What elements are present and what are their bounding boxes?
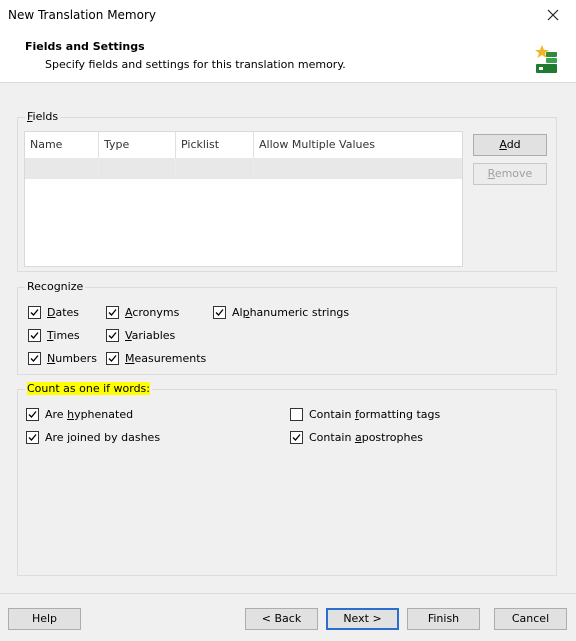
checkbox-box[interactable] <box>290 407 303 421</box>
fields-group-label: Fields <box>25 110 61 123</box>
close-button[interactable] <box>530 0 576 30</box>
checkbox-box[interactable] <box>106 305 119 319</box>
checkbox-times[interactable]: Times <box>28 327 80 343</box>
checkbox-label: Variables <box>125 328 176 342</box>
checkmark-icon <box>30 331 39 339</box>
add-button[interactable]: Add <box>473 134 547 156</box>
checkmark-icon <box>30 308 39 316</box>
wizard-header: Fields and Settings Specify fields and s… <box>0 30 576 83</box>
title-bar: New Translation Memory <box>0 0 576 30</box>
checkbox-contain-apostrophes[interactable]: Contain apostrophes <box>290 429 423 445</box>
remove-button[interactable]: Remove <box>473 163 547 185</box>
checkbox-dates[interactable]: Dates <box>28 304 79 320</box>
checkbox-are-hyphenated[interactable]: Are hyphenated <box>26 406 133 422</box>
checkbox-box[interactable] <box>213 305 226 319</box>
checkbox-label: Measurements <box>125 351 207 365</box>
table-cell <box>99 158 176 179</box>
checkbox-label: Are hyphenated <box>45 407 134 421</box>
table-cell <box>176 158 254 179</box>
recognize-group-label: Recognize <box>25 280 86 293</box>
checkbox-box[interactable] <box>106 351 119 365</box>
checkbox-alphanumeric-strings[interactable]: Alphanumeric strings <box>213 304 349 320</box>
column-header-type[interactable]: Type <box>99 132 176 158</box>
table-cell <box>25 158 99 179</box>
checkbox-measurements[interactable]: Measurements <box>106 350 206 366</box>
recognize-group <box>17 287 557 375</box>
checkbox-label: Are joined by dashes <box>45 430 161 444</box>
checkbox-label: Numbers <box>47 351 97 365</box>
checkmark-icon <box>28 433 37 441</box>
checkbox-label: Alphanumeric strings <box>232 305 350 319</box>
cancel-button[interactable]: Cancel <box>494 608 567 630</box>
checkbox-box[interactable] <box>26 430 39 444</box>
fields-table-header: Name Type Picklist Allow Multiple Values <box>25 132 462 158</box>
checkmark-icon <box>215 308 224 316</box>
checkbox-acronyms[interactable]: Acronyms <box>106 304 179 320</box>
checkmark-icon <box>28 410 37 418</box>
checkbox-contain-formatting-tags[interactable]: Contain formatting tags <box>290 406 440 422</box>
checkbox-box[interactable] <box>28 305 41 319</box>
checkbox-label: Contain apostrophes <box>309 430 423 444</box>
translation-memory-icon <box>535 45 557 73</box>
checkbox-label: Contain formatting tags <box>309 407 441 421</box>
window-title: New Translation Memory <box>8 8 156 22</box>
checkmark-icon <box>292 433 301 441</box>
checkbox-box[interactable] <box>28 328 41 342</box>
checkbox-label: Times <box>47 328 80 342</box>
help-button[interactable]: Help <box>8 608 81 630</box>
column-header-allow-multiple-values[interactable]: Allow Multiple Values <box>254 132 462 158</box>
column-header-picklist[interactable]: Picklist <box>176 132 254 158</box>
page-title: Fields and Settings <box>25 40 145 53</box>
checkbox-variables[interactable]: Variables <box>106 327 175 343</box>
checkbox-are-joined-by-dashes[interactable]: Are joined by dashes <box>26 429 160 445</box>
checkbox-box[interactable] <box>106 328 119 342</box>
checkbox-box[interactable] <box>26 407 39 421</box>
count-as-one-group-label: Count as one if words: <box>25 382 152 395</box>
checkbox-label: Acronyms <box>125 305 180 319</box>
footer-divider <box>0 593 576 594</box>
checkbox-label: Dates <box>47 305 80 319</box>
finish-button[interactable]: Finish <box>407 608 480 630</box>
checkbox-numbers[interactable]: Numbers <box>28 350 97 366</box>
checkmark-icon <box>108 354 117 362</box>
fields-table[interactable]: Name Type Picklist Allow Multiple Values <box>24 131 463 267</box>
page-subtitle: Specify fields and settings for this tra… <box>45 58 346 71</box>
checkmark-icon <box>108 331 117 339</box>
checkmark-icon <box>30 354 39 362</box>
column-header-name[interactable]: Name <box>25 132 99 158</box>
close-icon <box>547 9 559 21</box>
checkmark-icon <box>108 308 117 316</box>
checkbox-box[interactable] <box>290 430 303 444</box>
table-row[interactable] <box>25 158 462 179</box>
next-button[interactable]: Next > <box>326 608 399 630</box>
checkbox-box[interactable] <box>28 351 41 365</box>
back-button[interactable]: < Back <box>245 608 318 630</box>
